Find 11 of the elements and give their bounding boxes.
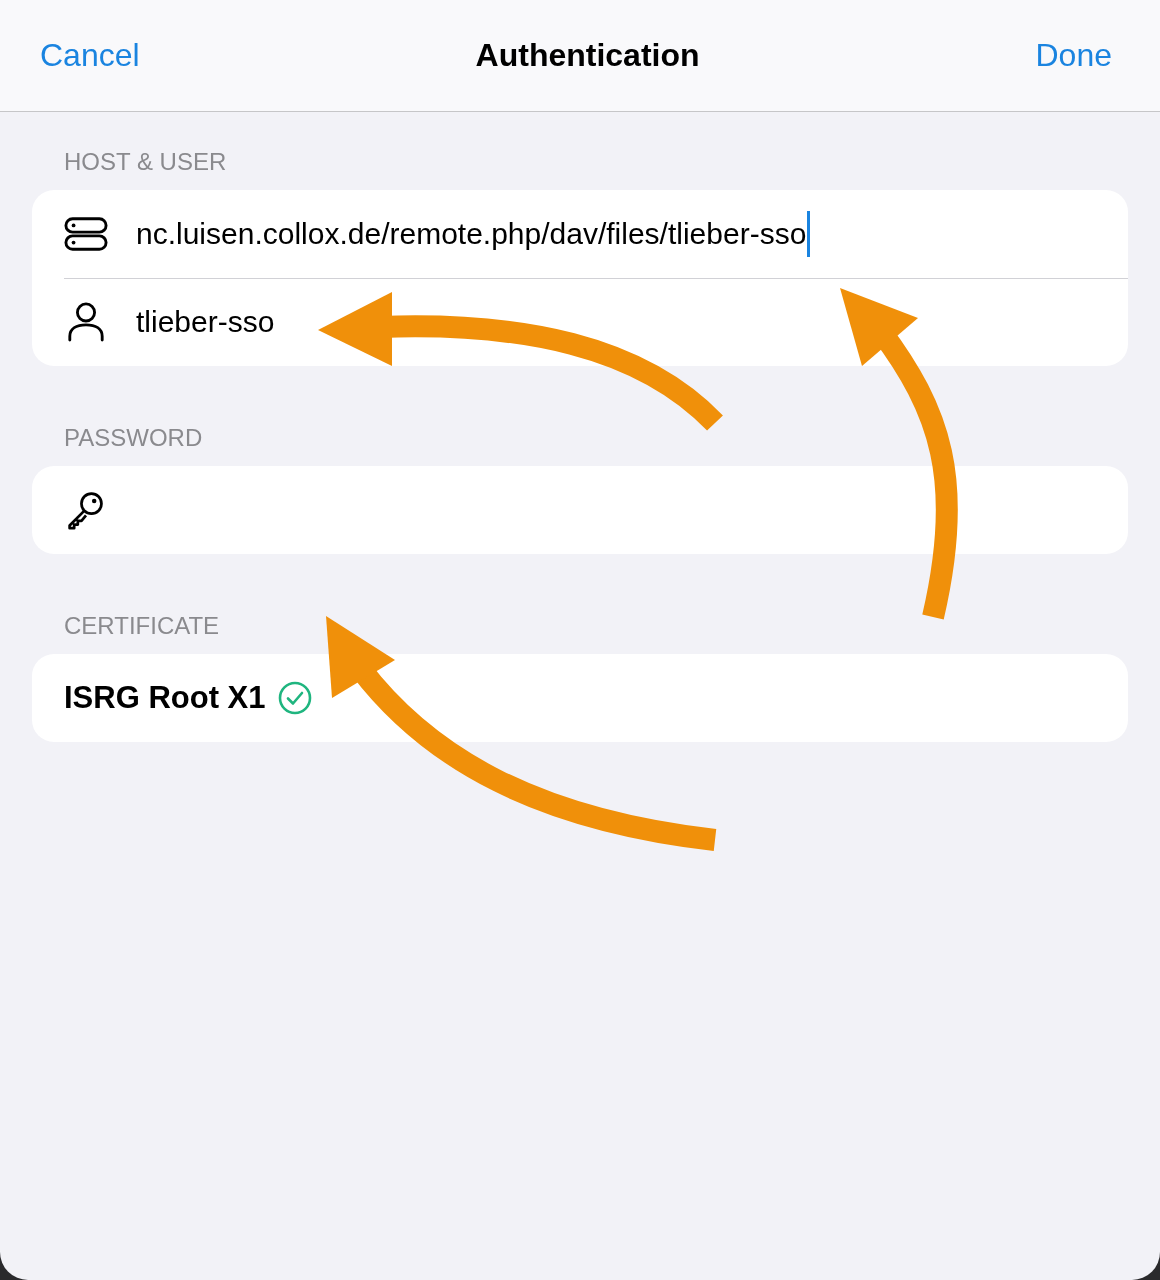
user-field[interactable]: tlieber-sso: [136, 305, 275, 339]
section-header: HOST & USER: [63, 148, 228, 176]
done-button[interactable]: Done: [1035, 37, 1112, 74]
section-header: PASSWORD: [63, 424, 204, 452]
section-header: CERTIFICATE: [63, 612, 221, 640]
screen-title: Authentication: [475, 37, 700, 74]
certificate-name: ISRG Root X1: [64, 680, 266, 716]
host-field[interactable]: nc.luisen.collox.de/remote.php/dav/files/tlieber-sso: [136, 217, 807, 251]
text-cursor: [807, 211, 811, 257]
cancel-button[interactable]: Cancel: [40, 37, 140, 74]
server-icon: [64, 214, 108, 254]
